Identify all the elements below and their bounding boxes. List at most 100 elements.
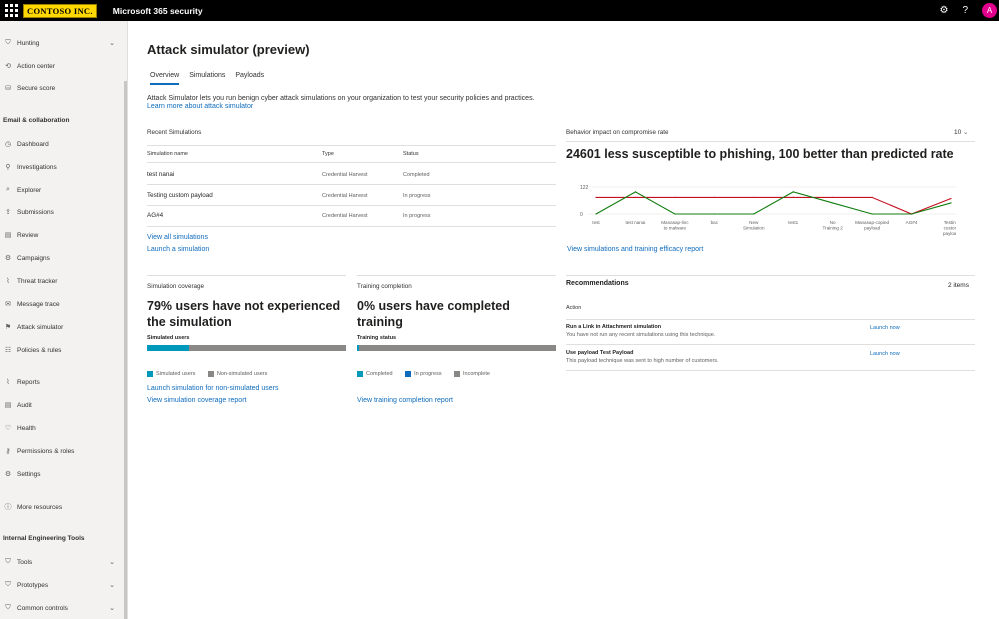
launch-simulation-link[interactable]: Launch a simulation [147, 246, 209, 253]
sidebar-item-label: Permissions & roles [17, 447, 75, 455]
divider [147, 162, 556, 163]
legend-in-progress: In progress [405, 371, 442, 377]
sidebar-item-label: Common controls [17, 604, 68, 612]
training-bar-label: Training status [357, 335, 397, 341]
recommendation-title: Run a Link in Attachment simulation [566, 324, 662, 330]
sidebar-item-threat-tracker[interactable]: ⌇ Threat tracker [0, 271, 124, 291]
sidebar-item-campaigns[interactable]: ⚙ Campaigns [0, 248, 124, 268]
sidebar-scrollbar[interactable] [124, 81, 127, 619]
tab-simulations[interactable]: Simulations [189, 72, 225, 85]
sidebar-item-prototypes[interactable]: ⛉ Prototypes ⌄ [0, 575, 124, 595]
recommendation-title: Use payload Test Payload [566, 350, 634, 356]
data-point [634, 191, 637, 193]
sidebar-item-label: Review [17, 231, 39, 239]
training-headline: 0% users have completed training [357, 299, 510, 329]
app-title[interactable]: Microsoft 365 security [113, 6, 203, 16]
training-bar-fill [357, 345, 359, 351]
sidebar-item-label: Action center [17, 62, 55, 70]
sidebar-item-audit[interactable]: ▤ Audit [0, 395, 124, 415]
range-dropdown[interactable]: 10 ⌄ [954, 128, 969, 136]
sidebar-item-permissions-roles[interactable]: ⚷ Permissions & roles [0, 441, 124, 461]
coverage-bar-label: Simulated users [147, 335, 190, 341]
row-name[interactable]: Testing custom payload [147, 192, 213, 199]
sidebar-item-action-center[interactable]: ⟲ Action center [0, 56, 124, 76]
row-name[interactable]: test nanai [147, 171, 174, 178]
recommendation-desc: You have not run any recent simulations … [566, 332, 716, 338]
sidebar-item-label: More resources [17, 503, 63, 511]
app-launcher-icon[interactable] [4, 4, 18, 18]
sidebar-item-common-controls[interactable]: ⛉ Common controls ⌄ [0, 598, 124, 618]
tab-payloads[interactable]: Payloads [235, 72, 264, 85]
avatar[interactable]: A [982, 3, 997, 18]
view-all-simulations-link[interactable]: View all simulations [147, 234, 208, 241]
legend-non-simulated: Non-simulated users [207, 371, 268, 377]
legend-swatch [147, 371, 153, 377]
legend-swatch [454, 371, 461, 377]
coverage-headline: 79% users have not experienced the simul… [147, 299, 341, 329]
chevron-down-icon[interactable]: ⌄ [109, 558, 115, 566]
training-report-link[interactable]: View training completion report [357, 397, 453, 404]
x-tick-label: bac [711, 220, 719, 225]
coverage-report-link[interactable]: View simulation coverage report [147, 397, 246, 404]
sidebar-icon: ⛉ [5, 558, 11, 565]
training-legend: Completed In progress Incomplete [357, 364, 498, 382]
sidebar-item-label: Reports [17, 378, 40, 386]
row-status: Completed [403, 172, 430, 178]
sidebar-item-reports[interactable]: ⌇ Reports [0, 372, 124, 392]
sidebar-item-label: Policies & rules [17, 346, 62, 354]
sidebar-item-message-trace[interactable]: ✉ Message trace [0, 294, 124, 314]
sidebar-item-explorer[interactable]: ⌕ Explorer [0, 180, 124, 200]
section-internal-engineering-tools: Internal Engineering Tools [3, 535, 85, 542]
sidebar-item-label: Settings [17, 470, 41, 478]
sidebar-item-more-resources[interactable]: ⓘ More resources [0, 497, 124, 517]
legend-label: Incomplete [463, 371, 490, 377]
x-tick-label: AG#4 [906, 220, 918, 225]
sidebar-item-dashboard[interactable]: ◷ Dashboard [0, 134, 124, 154]
efficacy-report-link[interactable]: View simulations and training efficacy r… [567, 246, 703, 253]
behavior-impact-title: Behavior impact on compromise rate [566, 129, 669, 136]
sidebar-item-submissions[interactable]: ⇪ Submissions [0, 202, 124, 222]
legend-label: Completed [366, 371, 393, 377]
divider [147, 226, 556, 227]
tab-overview[interactable]: Overview [150, 72, 180, 85]
page-description: Attack Simulator lets you run benign cyb… [147, 95, 535, 110]
sidebar-item-label: Hunting [17, 39, 40, 47]
sidebar-item-label: Tools [17, 558, 33, 566]
chevron-down-icon[interactable]: ⌄ [109, 581, 115, 589]
launch-now-link[interactable]: Launch now [870, 325, 900, 331]
sidebar-item-policies-rules[interactable]: ☷ Policies & rules [0, 340, 124, 360]
legend-simulated: Simulated users [147, 371, 195, 377]
learn-more-link[interactable]: Learn more about attack simulator [147, 103, 535, 110]
sidebar-item-settings[interactable]: ⚙ Settings [0, 464, 124, 484]
legend-label: Non-simulated users [216, 371, 268, 377]
sidebar-item-secure-score[interactable]: ⛁ Secure score [0, 78, 124, 98]
recommendations-count: 2 items [948, 282, 969, 289]
sidebar-icon: ⌇ [6, 379, 10, 386]
launch-non-simulated-link[interactable]: Launch simulation for non-simulated user… [147, 385, 279, 392]
row-type: Credential Harvest [322, 172, 368, 178]
gear-icon[interactable]: ⚙ [939, 5, 948, 16]
chevron-down-icon[interactable]: ⌄ [109, 39, 115, 47]
chevron-down-icon[interactable]: ⌄ [109, 604, 115, 612]
chevron-down-icon: ⌄ [963, 129, 969, 136]
col-type: Type [322, 151, 334, 157]
sidebar-icon: ⛉ [5, 581, 11, 588]
help-icon[interactable]: ? [962, 5, 968, 16]
sidebar-item-review[interactable]: ▤ Review [0, 225, 124, 245]
launch-now-link[interactable]: Launch now [870, 351, 900, 357]
divider [566, 275, 975, 276]
sidebar-item-tools[interactable]: ⛉ Tools ⌄ [0, 552, 124, 572]
coverage-bar [147, 345, 346, 351]
sidebar-item-investigations[interactable]: ⚲ Investigations [0, 157, 124, 177]
page-title: Attack simulator (preview) [147, 42, 310, 57]
training-bar [357, 345, 556, 351]
sidebar-icon: ⚙ [4, 471, 12, 478]
training-completion-title: Training completion [357, 283, 412, 290]
sidebar-item-health[interactable]: ♡ Health [0, 418, 124, 438]
company-logo[interactable]: CONTOSO INC. [23, 3, 97, 18]
sidebar-item-hunting[interactable]: ⛉ Hunting ⌄ [0, 33, 124, 53]
sidebar-item-attack-simulator[interactable]: ⚑ Attack simulator [0, 317, 124, 337]
col-action: Action [566, 305, 582, 311]
row-name[interactable]: AG#4 [147, 212, 163, 219]
x-tick-label: test [592, 220, 600, 225]
